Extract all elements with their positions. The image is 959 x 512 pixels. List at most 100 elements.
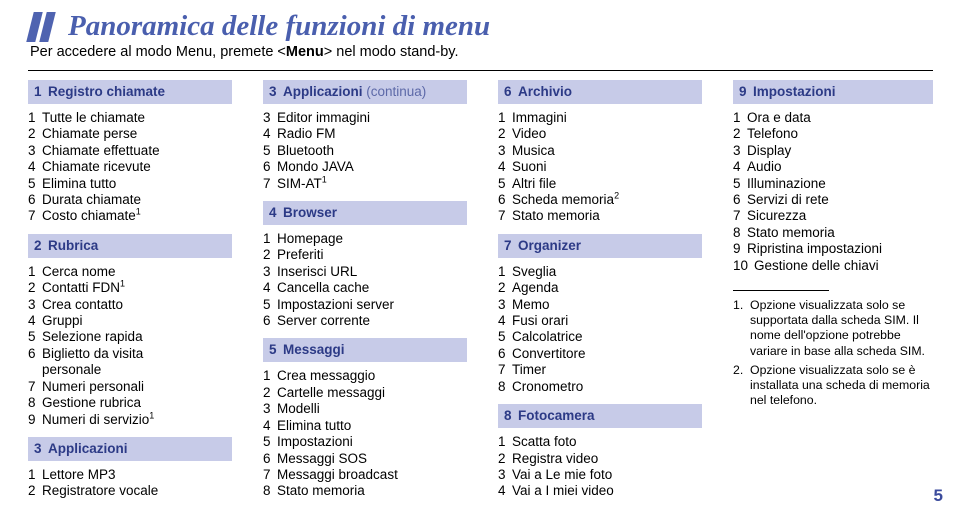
section-header-fotocamera[interactable]: 8 Fotocamera bbox=[498, 404, 702, 429]
menu-item[interactable]: 4 Fusi orari bbox=[498, 313, 702, 329]
menu-item[interactable]: 10 Gestione delle chiavi bbox=[733, 258, 933, 274]
menu-item[interactable]: 4 Cancella cache bbox=[263, 280, 467, 296]
menu-item-label: Mondo JAVA bbox=[277, 159, 354, 175]
menu-item[interactable]: 6 Mondo JAVA bbox=[263, 159, 467, 175]
menu-item[interactable]: 1 Cerca nome bbox=[28, 264, 232, 280]
menu-item[interactable]: 1 Lettore MP3 bbox=[28, 467, 232, 483]
menu-item[interactable]: 4 Radio FM bbox=[263, 126, 467, 142]
menu-item[interactable]: 3 Inserisci URL bbox=[263, 264, 467, 280]
subtitle-pre: Per accedere al modo Menu, premete < bbox=[30, 44, 286, 60]
menu-item[interactable]: 1 Tutte le chiamate bbox=[28, 110, 232, 126]
menu-item-label: Numeri di servizio1 bbox=[42, 410, 155, 427]
menu-item[interactable]: 4 Suoni bbox=[498, 159, 702, 175]
footnote-text: Opzione visualizzata solo se supportata … bbox=[750, 298, 925, 358]
menu-item[interactable]: 3 Modelli bbox=[263, 401, 467, 417]
menu-item[interactable]: 7 Costo chiamate1 bbox=[28, 206, 232, 224]
menu-item[interactable]: 4 Elimina tutto bbox=[263, 418, 467, 434]
menu-item[interactable]: 3 Editor immagini bbox=[263, 110, 467, 126]
menu-item[interactable]: 2 Video bbox=[498, 126, 702, 142]
menu-item-label: Scheda memoria2 bbox=[512, 190, 620, 208]
menu-item[interactable]: 1 Sveglia bbox=[498, 264, 702, 280]
menu-section: 3 Applicazioni 1 Lettore MP3 2 Registratore v… bbox=[28, 436, 232, 500]
menu-item[interactable]: 4 Gruppi bbox=[28, 313, 232, 329]
menu-item[interactable]: 6 Scheda memoria2 bbox=[498, 190, 702, 208]
menu-item[interactable]: 3 Vai a Le mie foto bbox=[498, 467, 702, 483]
menu-item[interactable]: 5 Selezione rapida bbox=[28, 329, 232, 345]
section-header-registro-chiamate[interactable]: 1 Registro chiamate bbox=[28, 80, 232, 104]
menu-item[interactable]: 6 Convertitore bbox=[498, 346, 702, 362]
section-header-archivio[interactable]: 6 Archivio bbox=[498, 80, 702, 104]
menu-item[interactable]: 1 Crea messaggio bbox=[263, 368, 467, 384]
menu-item[interactable]: 9 Numeri di servizio1 bbox=[28, 410, 232, 428]
menu-item-number: 1 bbox=[498, 110, 506, 125]
footnote: 2. Opzione visualizzata solo se è install… bbox=[733, 363, 933, 409]
section-header-rubrica[interactable]: 2 Rubrica bbox=[28, 233, 232, 258]
menu-item[interactable]: 2 Registratore vocale bbox=[28, 483, 232, 499]
menu-item[interactable]: 2 Registra video bbox=[498, 451, 702, 467]
menu-item[interactable]: 3 Memo bbox=[498, 297, 702, 313]
menu-item[interactable]: 7 Sicurezza bbox=[733, 208, 933, 224]
menu-item-number: 6 bbox=[28, 192, 36, 208]
menu-item[interactable]: 4 Audio bbox=[733, 159, 933, 175]
menu-item[interactable]: 5 Altri file bbox=[498, 176, 702, 192]
menu-item[interactable]: 5 Impostazioni bbox=[263, 434, 467, 450]
section-header-impostazioni[interactable]: 9 Impostazioni bbox=[733, 80, 933, 104]
menu-item[interactable]: 1 Homepage bbox=[263, 231, 467, 247]
menu-item[interactable]: 5 Calcolatrice bbox=[498, 329, 702, 345]
section-label: Browser bbox=[283, 205, 338, 221]
menu-item[interactable]: 7 Stato memoria bbox=[498, 208, 702, 224]
menu-item[interactable]: 8 Stato memoria bbox=[263, 483, 467, 499]
menu-item[interactable]: 8 Cronometro bbox=[498, 379, 702, 395]
menu-item[interactable]: 3 Musica bbox=[498, 143, 702, 159]
menu-item[interactable]: 6 Server corrente bbox=[263, 313, 467, 329]
menu-item[interactable]: 2 Preferiti bbox=[263, 247, 467, 263]
menu-item-number: 2 bbox=[263, 384, 271, 400]
menu-item[interactable]: 2 Cartelle messaggi bbox=[263, 385, 467, 401]
menu-item[interactable]: 1 Ora e data bbox=[733, 110, 933, 126]
section-header-messaggi[interactable]: 5 Messaggi bbox=[263, 338, 467, 363]
menu-item[interactable]: 6 Biglietto da visita bbox=[28, 346, 232, 362]
menu-item[interactable]: 2 Telefono bbox=[733, 126, 933, 142]
section-header-browser[interactable]: 4 Browser bbox=[263, 201, 467, 226]
menu-item[interactable]: 7 Numeri personali bbox=[28, 379, 232, 395]
section-header-organizer[interactable]: 7 Organizer bbox=[498, 233, 702, 258]
menu-item-number: 7 bbox=[263, 466, 271, 482]
section-header-applicazioni[interactable]: 3 Applicazioni (continua) bbox=[263, 80, 467, 104]
footnote: 1. Opzione visualizzata solo se supportat… bbox=[733, 298, 933, 359]
section-label: Registro chiamate bbox=[48, 84, 166, 99]
menu-item[interactable]: 2 Chiamate perse bbox=[28, 126, 232, 142]
menu-item[interactable]: 3 Crea contatto bbox=[28, 297, 232, 313]
menu-item[interactable]: 7 SIM-AT1 bbox=[263, 175, 467, 192]
menu-item-label: Costo chiamate1 bbox=[42, 206, 141, 224]
menu-item-number: 1 bbox=[28, 110, 36, 125]
menu-item-list: 1 Crea messaggio 2 Cartelle messaggi 3 Modell… bbox=[263, 368, 467, 499]
menu-item-label: Stato memoria bbox=[277, 483, 365, 499]
menu-item[interactable]: 5 Impostazioni server bbox=[263, 297, 467, 313]
menu-item-number: 4 bbox=[263, 417, 271, 433]
menu-item[interactable]: 5 Elimina tutto bbox=[28, 176, 232, 192]
menu-item[interactable]: 5 Bluetooth bbox=[263, 143, 467, 159]
section-label: Impostazioni bbox=[753, 84, 836, 99]
menu-item[interactable]: 8 Gestione rubrica bbox=[28, 395, 232, 411]
menu-item[interactable]: 4 Chiamate ricevute bbox=[28, 159, 232, 175]
menu-item[interactable]: 4 Vai a I miei video bbox=[498, 483, 702, 499]
menu-item[interactable]: 7 Messaggi broadcast bbox=[263, 467, 467, 483]
menu-item-number: 7 bbox=[733, 208, 741, 224]
section-header-applicazioni[interactable]: 3 Applicazioni bbox=[28, 436, 232, 461]
menu-item[interactable]: 2 Contatti FDN1 bbox=[28, 278, 232, 296]
section-number: 7 bbox=[504, 237, 512, 253]
menu-item[interactable]: 3 Chiamate effettuate bbox=[28, 143, 232, 159]
menu-item-label: Ripristina impostazioni bbox=[747, 241, 883, 257]
menu-item[interactable]: 7 Timer bbox=[498, 362, 702, 378]
menu-item[interactable]: 6 Durata chiamate bbox=[28, 192, 232, 208]
menu-item[interactable]: 2 Agenda bbox=[498, 280, 702, 296]
menu-item[interactable]: 8 Stato memoria bbox=[733, 225, 933, 241]
menu-item[interactable]: 1 Scatta foto bbox=[498, 434, 702, 450]
menu-item[interactable]: 5 Illuminazione bbox=[733, 176, 933, 192]
menu-item[interactable]: 6 Servizi di rete bbox=[733, 192, 933, 208]
menu-item-label: Contatti FDN1 bbox=[42, 278, 126, 296]
menu-item[interactable]: 3 Display bbox=[733, 143, 933, 159]
menu-item[interactable]: 6 Messaggi SOS bbox=[263, 451, 467, 467]
menu-item[interactable]: 1 Immagini bbox=[498, 110, 702, 126]
menu-item[interactable]: 9 Ripristina impostazioni bbox=[733, 241, 933, 257]
